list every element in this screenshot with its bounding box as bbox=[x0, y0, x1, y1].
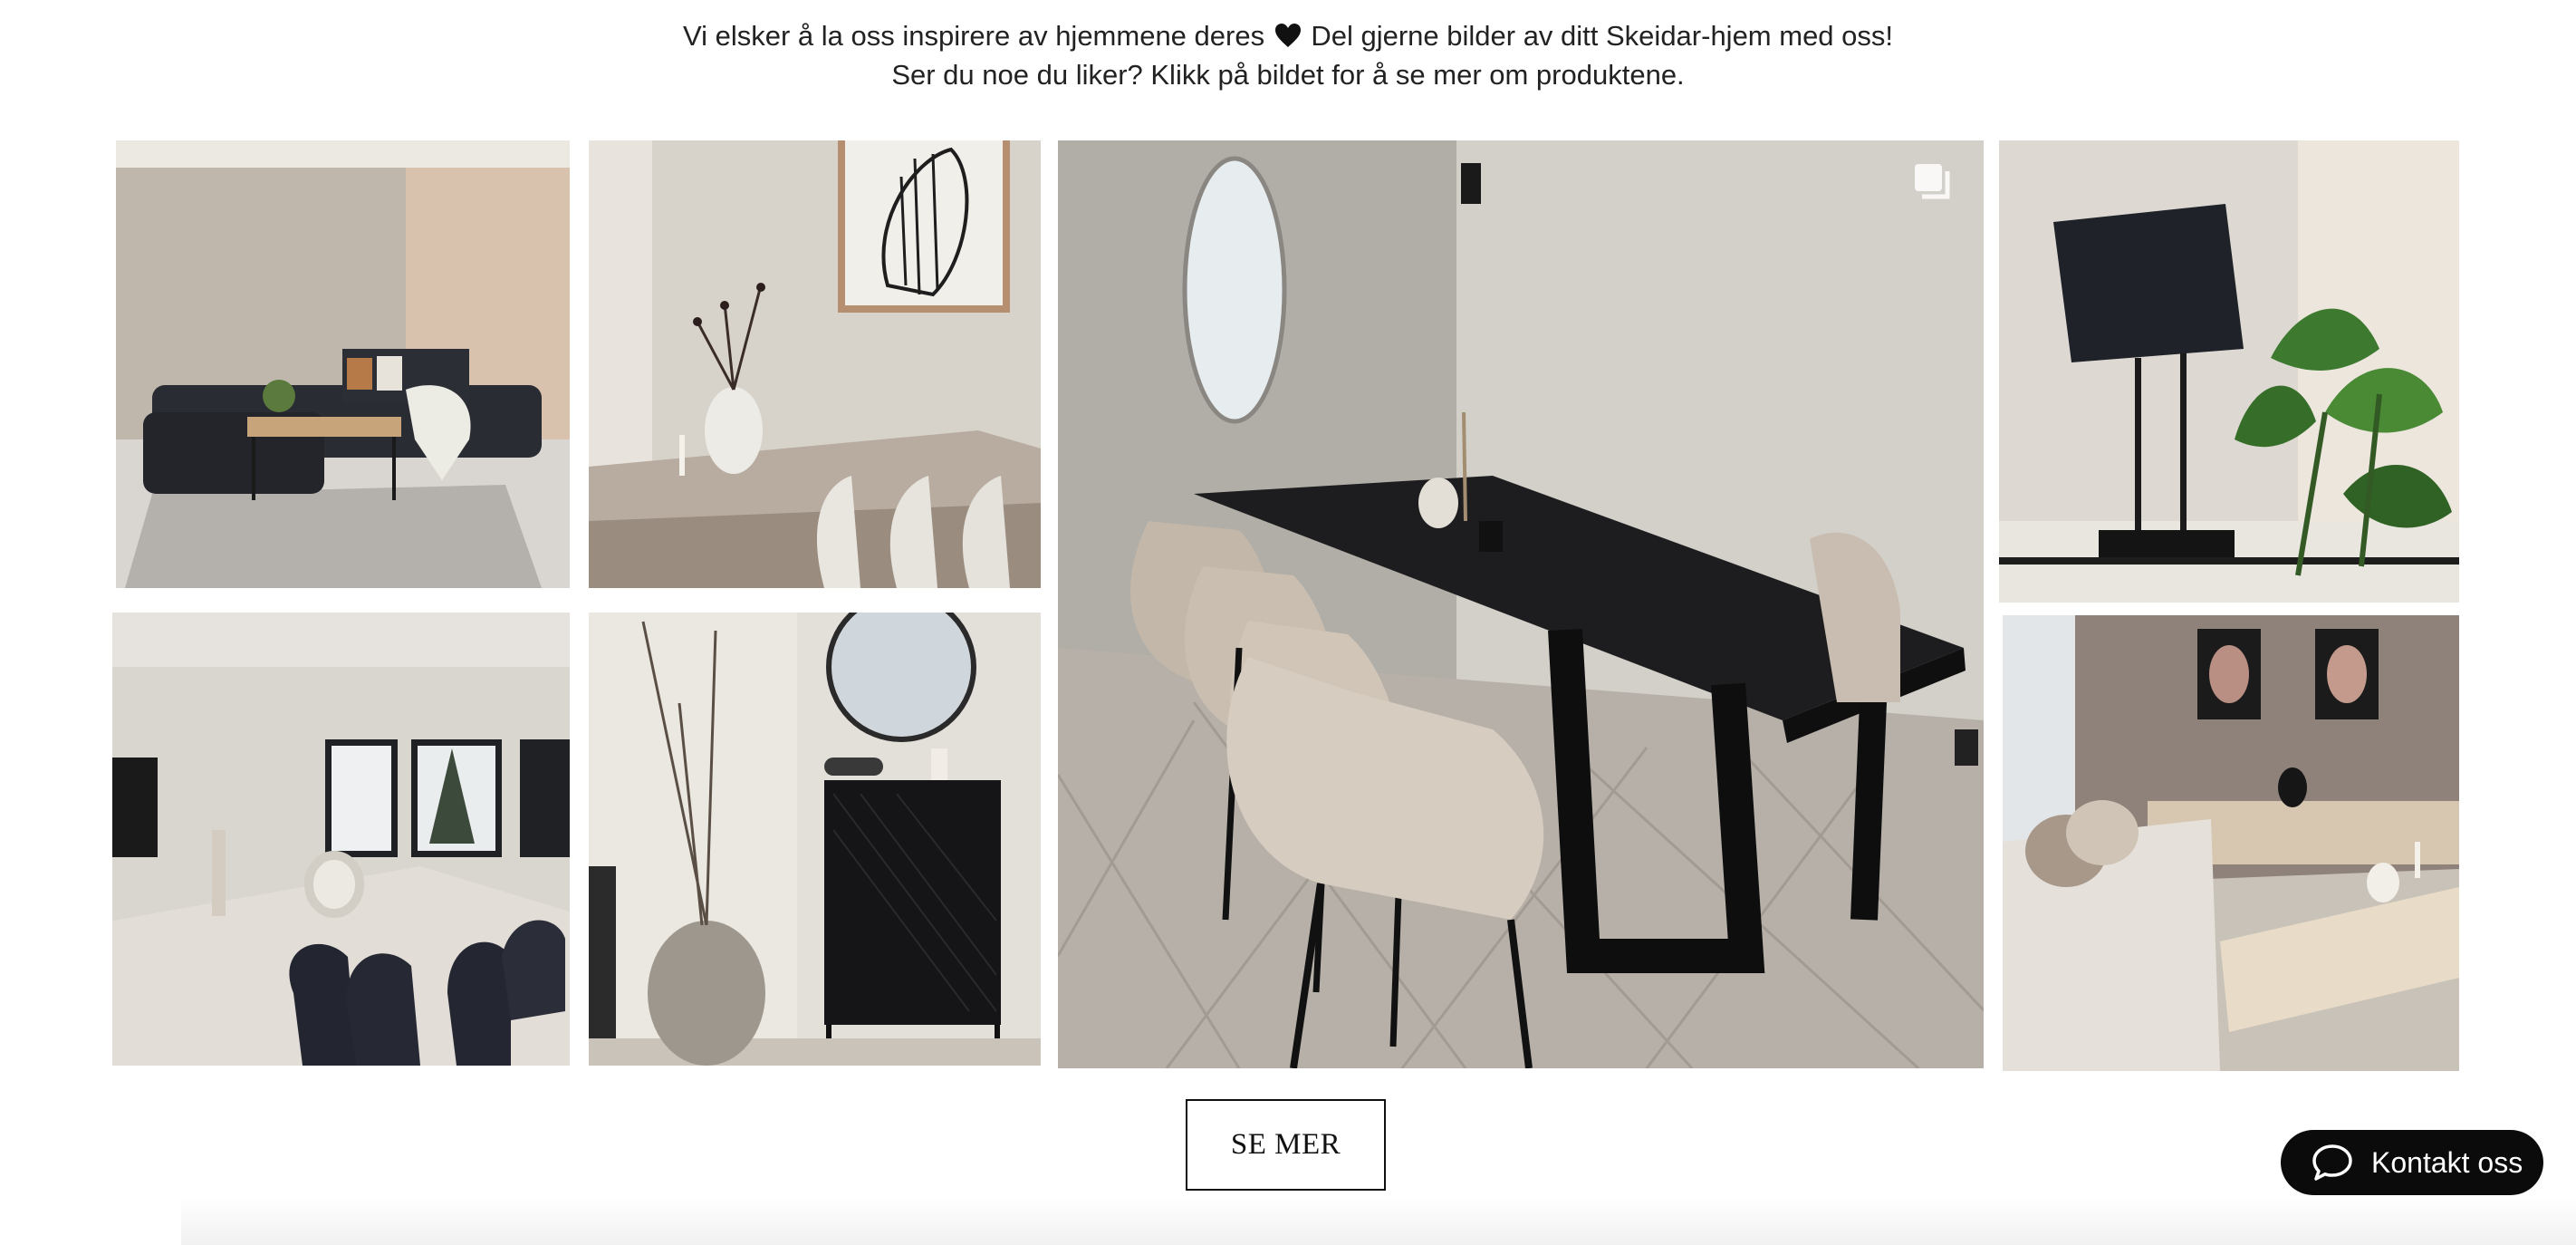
lounge-sideboard-image bbox=[2003, 615, 2459, 1071]
intro-line-1: Vi elsker å la oss inspirere av hjemmene… bbox=[0, 16, 2576, 55]
open-dining-area-photo[interactable] bbox=[112, 613, 570, 1066]
living-room-sofa-photo[interactable] bbox=[116, 140, 570, 588]
black-cabinet-mirror-photo[interactable] bbox=[589, 613, 1041, 1066]
see-more-button[interactable]: SE MER bbox=[1186, 1099, 1386, 1191]
intro-line-1-start: Vi elsker å la oss inspirere av hjemmene… bbox=[682, 20, 1265, 52]
intro-line-2: Ser du noe du liker? Klikk på bildet for… bbox=[891, 59, 1685, 91]
table-lamp-plant-image bbox=[1999, 140, 2459, 603]
intro-line-1-end: Del gjerne bilder av ditt Skeidar-hjem m… bbox=[1311, 20, 1894, 52]
living-room-sofa-image bbox=[116, 140, 570, 588]
heart-icon bbox=[1274, 23, 1302, 48]
open-dining-area-image bbox=[112, 613, 570, 1066]
table-lamp-plant-photo[interactable] bbox=[1999, 140, 2459, 603]
black-dining-table-photo[interactable] bbox=[1058, 140, 1984, 1068]
dining-vase-art-image bbox=[589, 140, 1041, 588]
multiple-images-icon bbox=[1913, 162, 1955, 204]
black-cabinet-mirror-image bbox=[589, 613, 1041, 1066]
intro-text: Vi elsker å la oss inspirere av hjemmene… bbox=[0, 16, 2576, 94]
black-dining-table-image bbox=[1058, 140, 1984, 1068]
dining-vase-art-photo[interactable] bbox=[589, 140, 1041, 588]
section-bottom-shadow bbox=[181, 1196, 2576, 1245]
contact-label: Kontakt oss bbox=[2371, 1145, 2523, 1179]
chat-bubble-icon bbox=[2312, 1144, 2353, 1182]
lounge-sideboard-photo[interactable] bbox=[2003, 615, 2459, 1071]
contact-button[interactable]: Kontakt oss bbox=[2281, 1130, 2543, 1195]
